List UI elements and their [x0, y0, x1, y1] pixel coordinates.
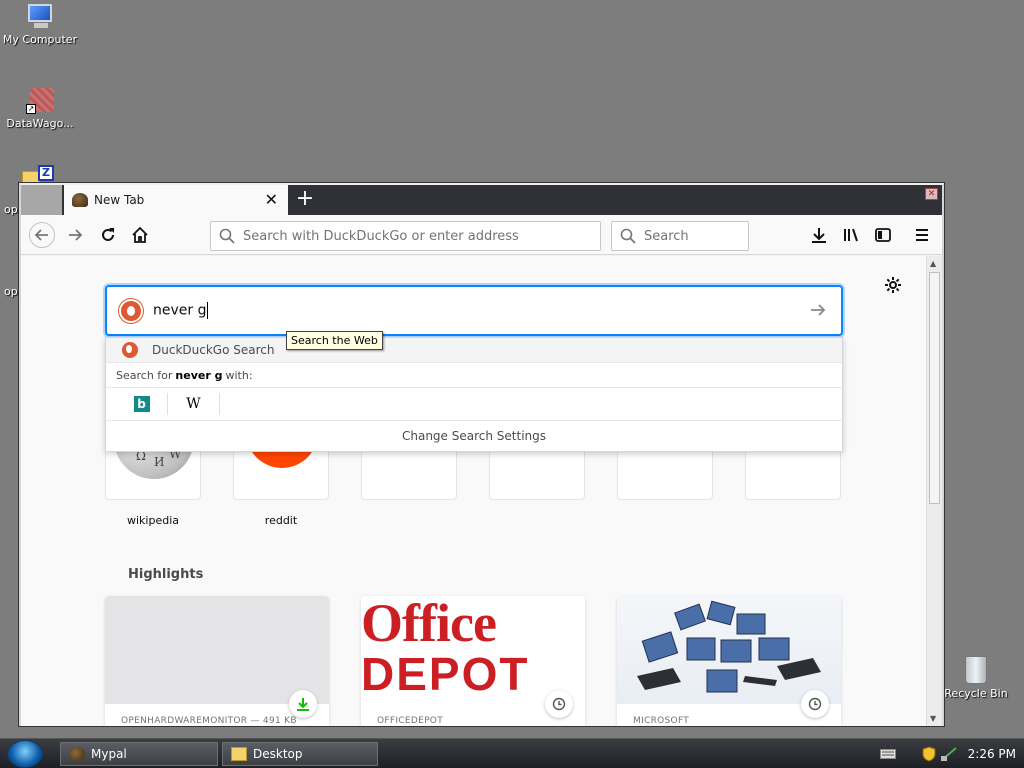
highlight-source: OFFICEDEPOT: [377, 716, 443, 726]
search-submit-button[interactable]: [809, 301, 827, 323]
address-bar-placeholder: Search with DuckDuckGo or enter address: [243, 228, 519, 244]
change-search-settings-button[interactable]: Change Search Settings: [106, 421, 842, 451]
search-bar[interactable]: Search: [611, 221, 749, 251]
suggestion-engine-row[interactable]: DuckDuckGo Search: [106, 338, 842, 363]
download-icon: [289, 690, 317, 718]
reload-button[interactable]: [96, 223, 120, 247]
window-close-button[interactable]: ✕: [925, 188, 938, 200]
customize-button[interactable]: [884, 276, 902, 298]
folder-icon: [231, 747, 247, 761]
tab-new-tab[interactable]: New Tab ✕: [64, 185, 288, 215]
bing-engine-button[interactable]: b: [116, 393, 168, 415]
library-button[interactable]: [839, 223, 863, 247]
reload-icon: [102, 228, 114, 241]
close-tab-icon[interactable]: ✕: [265, 192, 278, 208]
scroll-down-icon[interactable]: ▼: [930, 714, 936, 723]
search-for-label: Search for never g with:: [106, 363, 842, 388]
desktop-icon-label[interactable]: op: [4, 203, 18, 216]
computer-icon: [25, 4, 55, 30]
desktop-icon-label[interactable]: op: [4, 285, 18, 298]
datawagon-icon: ↗: [26, 86, 54, 114]
desktop-icon-my-computer[interactable]: My Computer: [0, 4, 80, 46]
scroll-up-icon[interactable]: ▲: [930, 259, 936, 268]
sidebar-icon: [875, 228, 891, 242]
top-site-label: wikipedia: [126, 514, 179, 527]
clock[interactable]: 2:26 PM: [968, 747, 1016, 761]
recycle-bin-icon: [965, 656, 987, 684]
wikipedia-engine-button[interactable]: W: [168, 393, 220, 415]
highlight-thumbnail: [105, 596, 329, 704]
search-bar-placeholder: Search: [644, 228, 689, 244]
highlight-source: MICROSOFT: [633, 716, 690, 726]
arrow-right-icon: [811, 304, 826, 316]
mypal-icon: [69, 747, 85, 761]
taskbar-item-desktop[interactable]: Desktop: [222, 742, 378, 766]
vertical-scrollbar[interactable]: ▲ ▼: [926, 256, 942, 726]
home-button[interactable]: [128, 223, 152, 247]
top-site-label: reddit: [264, 514, 298, 527]
arrow-right-icon: [69, 229, 83, 241]
downloads-button[interactable]: [807, 223, 831, 247]
duckduckgo-logo-icon: [119, 298, 143, 323]
desktop-icon-datawagon[interactable]: ↗ DataWago...: [0, 86, 80, 130]
gear-icon: [885, 277, 901, 293]
sidebar-button[interactable]: [871, 223, 895, 247]
system-tray: 2:26 PM: [879, 739, 1016, 768]
new-tab-button[interactable]: +: [293, 188, 317, 212]
laptops-thumbnail: [617, 596, 841, 704]
scrollbar-thumb[interactable]: [929, 272, 940, 504]
network-icon: [940, 747, 957, 761]
shield-icon: [922, 746, 936, 762]
web-search-box[interactable]: never g: [105, 285, 843, 336]
clock-icon: [801, 690, 829, 718]
duckduckgo-icon: [122, 342, 138, 358]
start-button[interactable]: [8, 741, 42, 767]
desktop-icon-recycle-bin[interactable]: Recycle Bin: [940, 656, 1012, 700]
desktop-icon-label: DataWago...: [6, 117, 74, 130]
hamburger-menu-icon: [916, 229, 928, 241]
search-suggestions-dropdown: DuckDuckGo Search Search for never g wit…: [105, 337, 843, 452]
menu-button[interactable]: [910, 223, 934, 247]
tab-title: New Tab: [94, 193, 145, 207]
new-tab-page: never g Search the Web DuckDuckGo Search…: [21, 256, 926, 726]
one-off-engines: b W: [106, 388, 842, 421]
address-bar[interactable]: Search with DuckDuckGo or enter address: [210, 221, 601, 251]
browser-window: New Tab ✕ + ✕ Search with DuckDuckGo or …: [19, 183, 944, 726]
desktop-icon-label: My Computer: [2, 33, 78, 46]
back-button[interactable]: [29, 222, 55, 248]
forward-button[interactable]: [63, 223, 87, 247]
highlight-card[interactable]: OPENHARDWAREMONITOR — 491 KB: [105, 596, 329, 726]
library-icon: [844, 228, 858, 242]
wikipedia-icon: W: [186, 396, 201, 412]
highlight-card[interactable]: MICROSOFT: [617, 596, 841, 726]
tab-strip: New Tab ✕ + ✕: [21, 185, 942, 215]
tooltip: Search the Web: [286, 331, 383, 350]
clock-icon: [545, 690, 573, 718]
mypal-favicon-icon: [72, 193, 88, 207]
highlight-card[interactable]: Office DEPOT OFFICEDEPOT: [361, 596, 585, 726]
taskbar-item-mypal[interactable]: Mypal: [60, 742, 218, 766]
search-icon: [219, 228, 235, 244]
bing-icon: b: [133, 396, 150, 412]
download-icon: [812, 228, 826, 243]
officedepot-logo: Office DEPOT: [361, 596, 585, 704]
nav-toolbar: Search with DuckDuckGo or enter address …: [21, 215, 942, 255]
highlight-source: OPENHARDWAREMONITOR — 491 KB: [121, 716, 297, 726]
home-icon: [132, 226, 148, 243]
search-input[interactable]: never g: [153, 302, 209, 319]
arrow-left-icon: [34, 229, 48, 241]
desktop-icon-label: Recycle Bin: [944, 687, 1008, 700]
keyboard-icon: [879, 749, 896, 759]
search-icon: [620, 228, 636, 244]
highlights-heading: Highlights: [128, 567, 204, 582]
taskbar: Mypal Desktop 2:26 PM: [0, 738, 1024, 768]
